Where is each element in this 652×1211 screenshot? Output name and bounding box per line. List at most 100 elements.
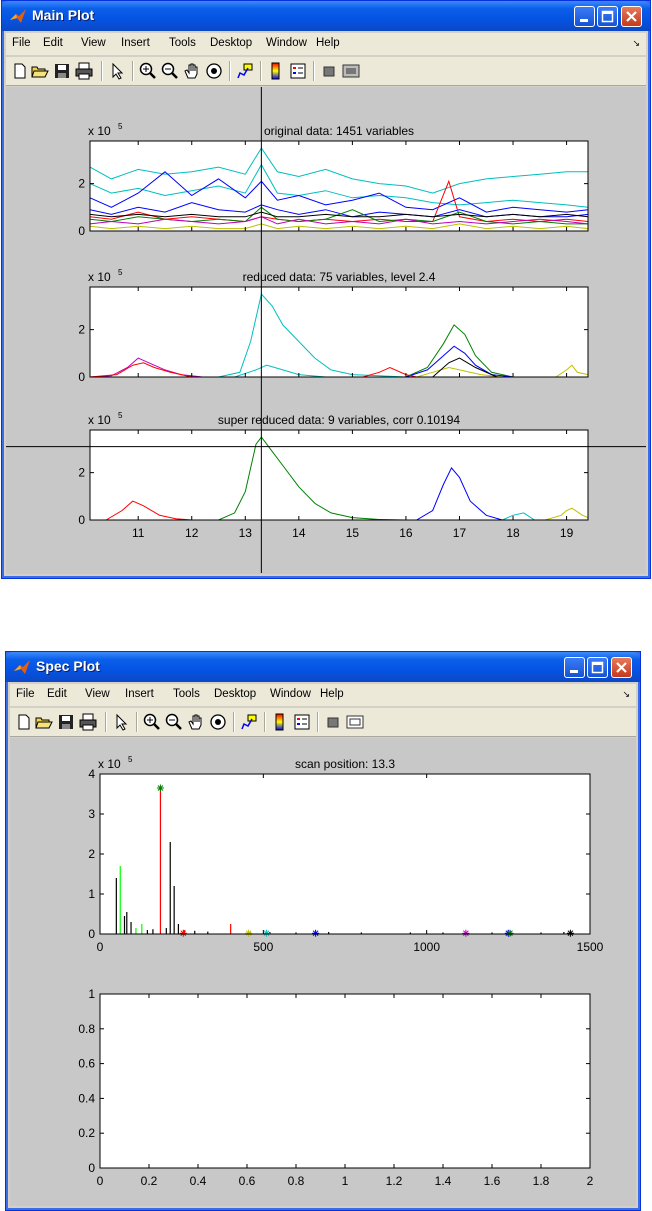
figure-toolbar [10,708,636,737]
spec-title-bar[interactable]: Spec Plot [6,652,640,682]
star-marker-path [263,929,271,937]
main-subplot: 0 2 reduced data: 75 variables, level 2.4 x… [78,268,589,384]
x-tick-label: 0 [97,940,104,954]
menu-tools[interactable]: Tools [169,37,196,49]
open-folder-icon[interactable] [34,712,54,732]
close-button[interactable] [611,657,632,678]
rotate-3d-icon[interactable] [204,61,224,81]
figure-toolbar [6,57,646,86]
star-marker [312,929,320,937]
menu-desktop[interactable]: Desktop [214,688,256,700]
menu-tools[interactable]: Tools [173,688,200,700]
data-cursor-icon[interactable] [235,61,255,81]
main-plot-window: Main Plot File Edit View Insert Tools De… [1,0,651,579]
hide-plot-tools-icon[interactable] [319,61,339,81]
menu-file[interactable]: File [12,37,31,49]
new-file-icon[interactable] [14,712,34,732]
menu-help[interactable]: Help [316,37,340,49]
zoom-in-icon[interactable] [142,712,162,732]
x-tick-label: 0 [97,1174,104,1188]
plot-area [100,774,590,934]
pointer-icon[interactable] [111,712,131,732]
menu-edit[interactable]: Edit [47,688,67,700]
matlab-logo-icon [10,9,26,23]
y-tick-label: 2 [88,847,95,861]
x-tick-label: 1500 [577,940,604,954]
legend-icon[interactable] [288,61,308,81]
star-marker-path [566,929,574,937]
x-tick-label: 11 [132,526,145,540]
menu-help[interactable]: Help [320,688,344,700]
spec-plot-window: Spec Plot File Edit View Insert Tools De… [5,651,641,1211]
x-tick-label: 17 [453,526,467,540]
y-tick-label: 2 [78,323,85,337]
show-plot-tools-icon[interactable] [341,61,361,81]
spec-plot-canvas[interactable]: 012340 500 1000 1500scan position: 13.3x 10… [10,738,636,1205]
new-file-icon[interactable] [10,61,30,81]
maximize-button[interactable] [597,6,618,27]
star-marker [462,929,470,937]
main-subplot: 0 2 11 12 13 14 15 16 17 18 19 super reduced data: … [78,411,589,540]
maximize-button[interactable] [587,657,608,678]
x-tick-label: 0.8 [288,1174,305,1188]
star-marker-path [506,929,514,937]
y-tick-label: 0 [88,1161,95,1175]
dock-arrow-icon[interactable]: ↘ [622,689,630,700]
menu-file[interactable]: File [16,688,35,700]
star-marker-path [462,929,470,937]
zoom-out-icon[interactable] [164,712,184,732]
x-tick-label: 19 [560,526,574,540]
close-button[interactable] [621,6,642,27]
x-tick-label: 1.8 [533,1174,550,1188]
print-icon[interactable] [74,61,94,81]
exponent-value: 5 [118,268,123,277]
y-tick-label: 4 [88,767,95,781]
minimize-button[interactable] [564,657,585,678]
spec-subplot: 0 1 2 3 4 0 500 1000 1500 scan position: 13.3 x 10… [88,755,603,954]
save-icon[interactable] [56,712,76,732]
pan-hand-icon[interactable] [186,712,206,732]
dock-arrow-icon[interactable]: ↘ [632,38,640,49]
x-tick-label: 18 [506,526,520,540]
chart-title: scan position: 13.3 [295,757,395,771]
zoom-in-icon[interactable] [138,61,158,81]
main-figure-area: 0 2 original data: 1451 variables x 10 5 0 2 re… [6,87,646,574]
menu-window[interactable]: Window [270,688,311,700]
menu-view[interactable]: View [85,688,110,700]
show-plot-tools-icon[interactable] [345,712,365,732]
print-icon[interactable] [78,712,98,732]
pan-hand-icon[interactable] [182,61,202,81]
hide-plot-tools-icon[interactable] [323,712,343,732]
star-marker [506,929,514,937]
chart-title: reduced data: 75 variables, level 2.4 [243,270,436,284]
menu-view[interactable]: View [81,37,106,49]
rotate-3d-icon[interactable] [208,712,228,732]
main-plot-canvas[interactable]: 0 2 original data: 1451 variables x 10 5 0 2 re… [6,87,646,573]
spec-figure-area: 0 1 2 3 4 0 500 1000 1500 scan position: 13.3 x 10… [10,738,636,1206]
colorbar-icon[interactable] [270,712,290,732]
minimize-button[interactable] [574,6,595,27]
exponent-label: x 10 [98,757,121,771]
y-tick-label: 0 [78,224,85,238]
main-title-bar[interactable]: Main Plot [2,1,650,31]
matlab-logo-icon [14,660,30,674]
menu-desktop[interactable]: Desktop [210,37,252,49]
x-tick-label: 16 [399,526,413,540]
x-tick-label: 1.4 [435,1174,452,1188]
menu-insert[interactable]: Insert [121,37,150,49]
x-tick-label: 14 [292,526,306,540]
open-folder-icon[interactable] [30,61,50,81]
x-tick-label: 1000 [413,940,440,954]
menu-insert[interactable]: Insert [125,688,154,700]
menu-window[interactable]: Window [266,37,307,49]
pointer-icon[interactable] [107,61,127,81]
save-icon[interactable] [52,61,72,81]
legend-icon[interactable] [292,712,312,732]
y-tick-label: 0 [78,370,85,384]
x-tick-label: 15 [346,526,360,540]
y-tick-label: 3 [88,807,95,821]
menu-edit[interactable]: Edit [43,37,63,49]
zoom-out-icon[interactable] [160,61,180,81]
colorbar-icon[interactable] [266,61,286,81]
data-cursor-icon[interactable] [239,712,259,732]
